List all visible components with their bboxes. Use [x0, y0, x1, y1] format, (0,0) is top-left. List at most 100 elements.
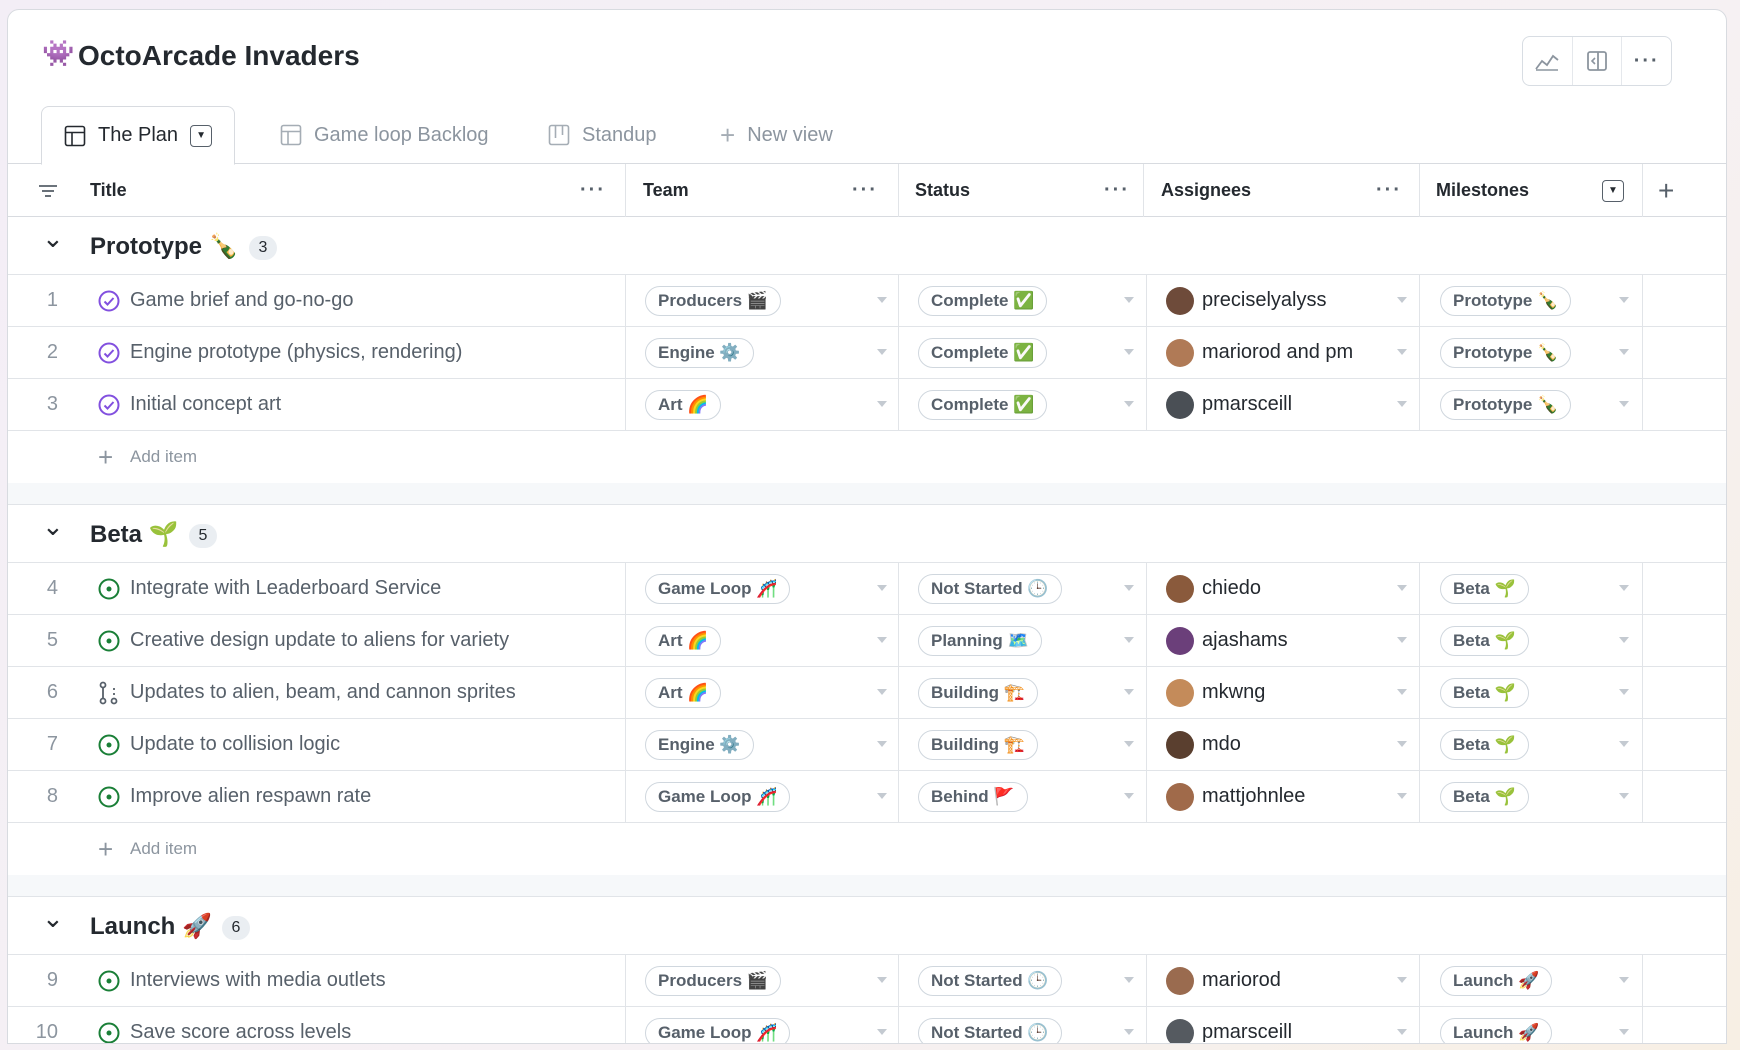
item-title[interactable]: Game brief and go-no-go [130, 275, 353, 326]
status-cell[interactable]: Behind 🚩 [918, 771, 1028, 822]
chevron-down-icon[interactable] [1619, 977, 1629, 983]
team-cell[interactable]: Producers 🎬 [645, 275, 781, 326]
chevron-down-icon[interactable] [1619, 1029, 1629, 1035]
column-milestones[interactable]: Milestones [1436, 164, 1529, 217]
add-item-button[interactable]: + Add item [8, 823, 1726, 875]
table-row[interactable]: 7 Update to collision logic Engine ⚙️ Build… [8, 719, 1726, 771]
chevron-down-icon[interactable] [1619, 741, 1629, 747]
assignee-cell[interactable]: mdo [1166, 719, 1241, 770]
team-cell[interactable]: Art 🌈 [645, 379, 722, 430]
chevron-down-icon[interactable] [1397, 637, 1407, 643]
assignee-cell[interactable]: ajashams [1166, 615, 1288, 666]
chevron-down-icon[interactable] [877, 401, 887, 407]
column-status-menu-icon[interactable]: ··· [1104, 164, 1130, 217]
column-title[interactable]: Title [90, 164, 127, 217]
team-cell[interactable]: Game Loop 🎢 [645, 563, 791, 614]
tab-the-plan[interactable]: The Plan ▼ [41, 106, 236, 165]
milestone-cell[interactable]: Beta 🌱 [1440, 563, 1529, 614]
chevron-down-icon[interactable] [1124, 689, 1134, 695]
new-view-button[interactable]: + New view [720, 106, 833, 164]
chevron-down-icon[interactable] [1124, 585, 1134, 591]
chevron-down-icon[interactable] [1397, 585, 1407, 591]
chevron-down-icon[interactable] [1124, 637, 1134, 643]
column-assignees[interactable]: Assignees [1161, 164, 1251, 217]
table-row[interactable]: 2 Engine prototype (physics, rendering) En… [8, 327, 1726, 379]
column-status[interactable]: Status [915, 164, 970, 217]
assignee-cell[interactable]: chiedo [1166, 563, 1261, 614]
assignee-cell[interactable]: preciselyalyss [1166, 275, 1326, 326]
chevron-down-icon[interactable] [1619, 585, 1629, 591]
chevron-down-icon[interactable] [1397, 349, 1407, 355]
column-milestones-caret-icon[interactable]: ▼ [1602, 164, 1624, 217]
status-cell[interactable]: Planning 🗺️ [918, 615, 1042, 666]
group-header[interactable]: ⌄ Beta 🌱 5 [8, 505, 1726, 563]
table-row[interactable]: 9 Interviews with media outlets Producers … [8, 955, 1726, 1007]
tab-standup[interactable]: Standup [548, 106, 657, 164]
milestone-cell[interactable]: Launch 🚀 [1440, 955, 1553, 1006]
assignee-cell[interactable]: mariorod and pm [1166, 327, 1353, 378]
chevron-down-icon[interactable] [877, 585, 887, 591]
milestone-cell[interactable]: Beta 🌱 [1440, 771, 1529, 822]
table-row[interactable]: 1 Game brief and go-no-go Producers 🎬 Compl… [8, 275, 1726, 327]
chevron-down-icon[interactable] [877, 793, 887, 799]
group-header[interactable]: ⌄ Launch 🚀 6 [8, 897, 1726, 955]
status-cell[interactable]: Complete ✅ [918, 275, 1048, 326]
tab-game-loop-backlog[interactable]: Game loop Backlog [280, 106, 489, 164]
status-cell[interactable]: Not Started 🕒 [918, 563, 1062, 614]
item-title[interactable]: Update to collision logic [130, 719, 340, 770]
column-assignees-menu-icon[interactable]: ··· [1376, 164, 1402, 217]
milestone-cell[interactable]: Launch 🚀 [1440, 1007, 1553, 1043]
team-cell[interactable]: Producers 🎬 [645, 955, 781, 1006]
status-cell[interactable]: Building 🏗️ [918, 719, 1038, 770]
filter-icon[interactable] [38, 164, 58, 217]
table-row[interactable]: 4 Integrate with Leaderboard Service Game … [8, 563, 1726, 615]
chevron-down-icon[interactable] [877, 637, 887, 643]
chevron-down-icon[interactable] [1124, 793, 1134, 799]
chevron-down-icon[interactable]: ⌄ [42, 223, 64, 254]
chevron-down-icon[interactable] [1124, 349, 1134, 355]
team-cell[interactable]: Art 🌈 [645, 615, 722, 666]
assignee-cell[interactable]: mattjohnlee [1166, 771, 1305, 822]
item-title[interactable]: Improve alien respawn rate [130, 771, 371, 822]
group-header[interactable]: ⌄ Prototype 🍾 3 [8, 217, 1726, 275]
chevron-down-icon[interactable] [1397, 977, 1407, 983]
status-cell[interactable]: Complete ✅ [918, 379, 1048, 430]
milestone-cell[interactable]: Beta 🌱 [1440, 667, 1529, 718]
chevron-down-icon[interactable] [877, 977, 887, 983]
chevron-down-icon[interactable] [1124, 1029, 1134, 1035]
table-row[interactable]: 3 Initial concept art Art 🌈 Complete ✅ pmars… [8, 379, 1726, 431]
milestone-cell[interactable]: Prototype 🍾 [1440, 275, 1572, 326]
item-title[interactable]: Creative design update to aliens for var… [130, 615, 509, 666]
milestone-cell[interactable]: Prototype 🍾 [1440, 379, 1572, 430]
chevron-down-icon[interactable] [877, 349, 887, 355]
chevron-down-icon[interactable] [1619, 349, 1629, 355]
status-cell[interactable]: Not Started 🕒 [918, 955, 1062, 1006]
more-options-button[interactable]: ··· [1622, 37, 1671, 85]
milestone-cell[interactable]: Prototype 🍾 [1440, 327, 1572, 378]
column-team-menu-icon[interactable]: ··· [852, 164, 878, 217]
tab-menu-caret-icon[interactable]: ▼ [190, 124, 213, 147]
chevron-down-icon[interactable] [1397, 1029, 1407, 1035]
chevron-down-icon[interactable] [877, 741, 887, 747]
chevron-down-icon[interactable] [1124, 297, 1134, 303]
chevron-down-icon[interactable] [1397, 689, 1407, 695]
status-cell[interactable]: Building 🏗️ [918, 667, 1038, 718]
table-row[interactable]: 10 Save score across levels Game Loop 🎢 Not… [8, 1007, 1726, 1043]
chevron-down-icon[interactable] [877, 689, 887, 695]
milestone-cell[interactable]: Beta 🌱 [1440, 719, 1529, 770]
chevron-down-icon[interactable] [877, 297, 887, 303]
status-cell[interactable]: Not Started 🕒 [918, 1007, 1062, 1043]
chevron-down-icon[interactable] [1124, 741, 1134, 747]
add-item-button[interactable]: + Add item [8, 431, 1726, 483]
chevron-down-icon[interactable] [1397, 741, 1407, 747]
assignee-cell[interactable]: pmarsceill [1166, 379, 1292, 430]
table-row[interactable]: 6 Updates to alien, beam, and cannon spri… [8, 667, 1726, 719]
team-cell[interactable]: Game Loop 🎢 [645, 1007, 791, 1043]
table-row[interactable]: 8 Improve alien respawn rate Game Loop 🎢 Be… [8, 771, 1726, 823]
chevron-down-icon[interactable] [1619, 297, 1629, 303]
chevron-down-icon[interactable] [1397, 297, 1407, 303]
table-row[interactable]: 5 Creative design update to aliens for va… [8, 615, 1726, 667]
team-cell[interactable]: Game Loop 🎢 [645, 771, 791, 822]
assignee-cell[interactable]: mariorod [1166, 955, 1281, 1006]
assignee-cell[interactable]: mkwng [1166, 667, 1265, 718]
